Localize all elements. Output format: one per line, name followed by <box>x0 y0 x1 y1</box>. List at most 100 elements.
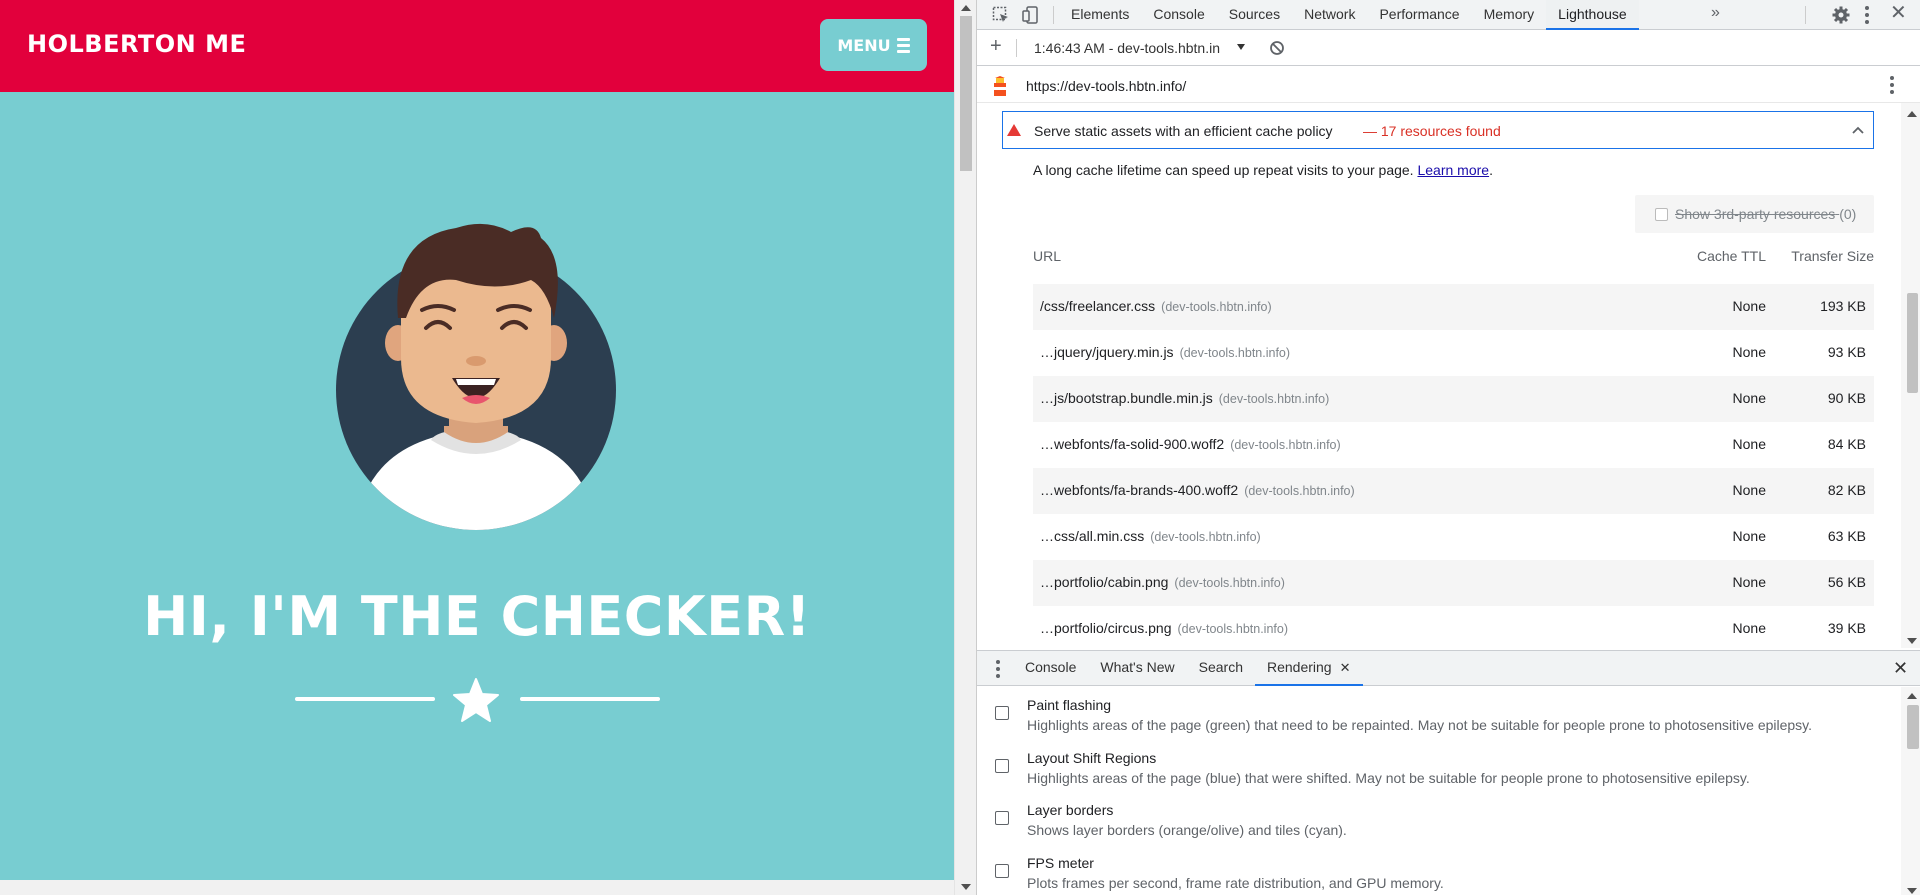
table-header: URL Cache TTL Transfer Size <box>1033 248 1874 284</box>
column-header-url: URL <box>1033 248 1062 264</box>
option-description: Highlights areas of the page (green) tha… <box>1027 717 1813 733</box>
tab-memory[interactable]: Memory <box>1472 0 1547 30</box>
resource-url[interactable]: …portfolio/circus.png (dev-tools.hbtn.inf… <box>1040 620 1288 636</box>
third-party-checkbox[interactable] <box>1655 208 1668 221</box>
resource-path[interactable]: …js/bootstrap.bundle.min.js <box>1040 390 1213 406</box>
resource-transfer-size: 82 KB <box>1827 482 1866 498</box>
fps-meter-checkbox[interactable] <box>995 864 1009 878</box>
scroll-down-arrow-icon[interactable] <box>1907 638 1917 644</box>
rendering-vertical-scrollbar[interactable] <box>1901 687 1920 895</box>
drawer-tabs: Console What's New Search Rendering ✕ <box>1013 651 1363 686</box>
tab-elements[interactable]: Elements <box>1059 0 1141 30</box>
audit-description-end: . <box>1489 162 1493 178</box>
drawer-tab-rendering[interactable]: Rendering ✕ <box>1254 651 1363 686</box>
divider-line-right <box>520 697 660 701</box>
audit-header[interactable]: Serve static assets with an efficient ca… <box>1002 111 1874 149</box>
scroll-down-arrow-icon[interactable] <box>1907 888 1917 894</box>
toolbar-separator <box>1053 6 1054 24</box>
close-tab-icon[interactable]: ✕ <box>1340 660 1351 675</box>
drawer-tab-whats-new[interactable]: What's New <box>1088 651 1186 686</box>
devtools-drawer: Console What's New Search Rendering ✕ ✕ P… <box>977 650 1920 895</box>
resource-url[interactable]: /css/freelancer.css (dev-tools.hbtn.info) <box>1040 298 1272 314</box>
resource-cache-ttl: None <box>1732 528 1766 544</box>
chevron-up-icon[interactable] <box>1851 124 1865 136</box>
resource-path[interactable]: …webfonts/fa-solid-900.woff2 <box>1040 436 1224 452</box>
inspect-element-icon[interactable] <box>991 5 1011 25</box>
hero-title: HI, I'M THE CHECKER! <box>143 585 811 648</box>
resource-host: (dev-tools.hbtn.info) <box>1150 530 1261 544</box>
resource-path[interactable]: …portfolio/circus.png <box>1040 620 1172 636</box>
resource-url[interactable]: …css/all.min.css (dev-tools.hbtn.info) <box>1040 528 1261 544</box>
tab-lighthouse[interactable]: Lighthouse <box>1546 0 1639 30</box>
resource-url[interactable]: …webfonts/fa-solid-900.woff2 (dev-tools.h… <box>1040 436 1341 452</box>
close-drawer-icon[interactable]: ✕ <box>1893 659 1908 677</box>
layer-borders-checkbox[interactable] <box>995 811 1009 825</box>
device-toolbar-icon[interactable] <box>1021 5 1041 25</box>
settings-gear-icon[interactable] <box>1831 5 1851 25</box>
star-divider <box>0 678 954 722</box>
lighthouse-toolbar: + 1:46:43 AM - dev-tools.hbtn.in <box>977 30 1920 66</box>
tab-console[interactable]: Console <box>1141 0 1216 30</box>
close-devtools-icon[interactable]: ✕ <box>1890 3 1910 23</box>
scroll-up-arrow-icon[interactable] <box>961 5 971 11</box>
devtools-tabs: Elements Console Sources Network Perform… <box>1059 0 1639 30</box>
menu-button[interactable]: MENU <box>820 19 927 71</box>
report-menu-kebab-icon[interactable] <box>1889 76 1895 96</box>
scrollbar-thumb[interactable] <box>960 16 972 171</box>
scrollbar-thumb[interactable] <box>1907 705 1919 749</box>
resource-path[interactable]: …webfonts/fa-brands-400.woff2 <box>1040 482 1238 498</box>
divider-line-left <box>295 697 435 701</box>
resource-path[interactable]: …css/all.min.css <box>1040 528 1144 544</box>
resource-url[interactable]: …jquery/jquery.min.js (dev-tools.hbtn.inf… <box>1040 344 1290 360</box>
devtools-panel: Elements Console Sources Network Perform… <box>976 0 1920 895</box>
resource-transfer-size: 63 KB <box>1827 528 1866 544</box>
website-horizontal-scrollbar[interactable] <box>0 880 954 895</box>
table-body: /css/freelancer.css (dev-tools.hbtn.info)… <box>1033 284 1874 648</box>
table-row: …css/all.min.css (dev-tools.hbtn.info) Non… <box>1033 514 1874 560</box>
learn-more-link[interactable]: Learn more <box>1417 162 1489 178</box>
resource-url[interactable]: …webfonts/fa-brands-400.woff2 (dev-tools.… <box>1040 482 1355 498</box>
resource-cache-ttl: None <box>1732 574 1766 590</box>
website-viewport: HOLBERTON ME MENU HI, I'M THE CHECKER! <box>0 0 954 880</box>
report-vertical-scrollbar[interactable] <box>1901 103 1920 648</box>
clear-reports-icon[interactable] <box>1269 40 1285 56</box>
audited-url: https://dev-tools.hbtn.info/ <box>1026 78 1187 94</box>
tab-sources[interactable]: Sources <box>1217 0 1292 30</box>
paint-flashing-checkbox[interactable] <box>995 706 1009 720</box>
website-vertical-scrollbar[interactable] <box>954 0 976 895</box>
new-report-plus-icon[interactable]: + <box>990 36 1002 56</box>
resource-path[interactable]: /css/freelancer.css <box>1040 298 1155 314</box>
layout-shift-regions-checkbox[interactable] <box>995 759 1009 773</box>
scrollbar-thumb[interactable] <box>1907 293 1918 393</box>
scroll-down-arrow-icon[interactable] <box>961 884 971 890</box>
drawer-tab-console[interactable]: Console <box>1013 651 1088 686</box>
report-dropdown-caret-icon[interactable] <box>1237 44 1245 50</box>
resource-path[interactable]: …jquery/jquery.min.js <box>1040 344 1174 360</box>
more-tabs-icon[interactable]: » <box>1711 4 1720 22</box>
lighthouse-report: Serve static assets with an efficient ca… <box>977 103 1920 648</box>
tab-network[interactable]: Network <box>1292 0 1367 30</box>
resource-transfer-size: 56 KB <box>1827 574 1866 590</box>
table-row: /css/freelancer.css (dev-tools.hbtn.info)… <box>1033 284 1874 330</box>
option-title: Layer borders <box>1027 802 1114 818</box>
audit-description-text: A long cache lifetime can speed up repea… <box>1033 162 1414 178</box>
report-selector[interactable]: 1:46:43 AM - dev-tools.hbtn.in <box>1034 40 1220 56</box>
resource-cache-ttl: None <box>1732 436 1766 452</box>
resource-host: (dev-tools.hbtn.info) <box>1179 346 1291 360</box>
resource-url[interactable]: …portfolio/cabin.png (dev-tools.hbtn.info… <box>1040 574 1285 590</box>
site-brand[interactable]: HOLBERTON ME <box>27 30 246 58</box>
drawer-tab-search[interactable]: Search <box>1187 651 1255 686</box>
resource-url[interactable]: …js/bootstrap.bundle.min.js (dev-tools.hb… <box>1040 390 1329 406</box>
resource-host: (dev-tools.hbtn.info) <box>1244 484 1355 498</box>
column-header-transfer-size: Transfer Size <box>1791 248 1874 264</box>
drawer-tab-bar: Console What's New Search Rendering ✕ ✕ <box>977 651 1920 686</box>
resource-cache-ttl: None <box>1732 482 1766 498</box>
scroll-up-arrow-icon[interactable] <box>1907 111 1917 117</box>
scroll-up-arrow-icon[interactable] <box>1907 693 1917 699</box>
drawer-menu-kebab-icon[interactable] <box>995 660 1001 681</box>
hamburger-icon <box>896 37 910 53</box>
resource-path[interactable]: …portfolio/cabin.png <box>1040 574 1168 590</box>
drawer-tab-rendering-label: Rendering <box>1266 659 1332 675</box>
tab-performance[interactable]: Performance <box>1367 0 1471 30</box>
customize-kebab-icon[interactable] <box>1864 6 1870 26</box>
